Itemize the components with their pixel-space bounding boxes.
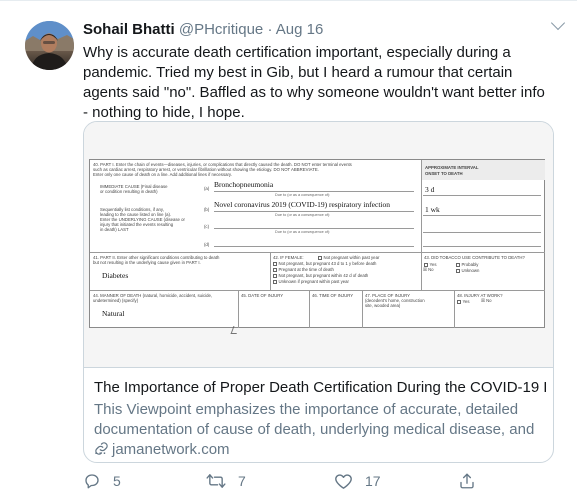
tobacco-header: 43. DID TOBACCO USE CONTRIBUTE TO DEATH? (424, 255, 525, 260)
interval-b-value: 1 wk (425, 205, 440, 214)
line-c-label: (c) (204, 224, 210, 229)
injury-date-header: 45. DATE OF INJURY (241, 293, 284, 298)
part2-header-line2: but not resulting in the underlying caus… (93, 260, 201, 265)
retweet-button[interactable]: 7 (206, 470, 246, 492)
due-to-c: Due to (or as a consequence of): (275, 230, 331, 234)
link-icon (95, 442, 108, 455)
line-d-label: (d) (204, 242, 210, 247)
card-domain[interactable]: jamanetwork.com (94, 440, 230, 459)
top-divider (0, 0, 577, 1)
interval-header-line2: ONSET TO DEATH (425, 171, 463, 176)
interval-a-value: 3 d (425, 185, 435, 194)
at-work-no: No (486, 298, 492, 303)
part1-header-line3: Enter only one cause of death on a line.… (93, 172, 232, 177)
card-domain-text: jamanetwork.com (112, 441, 230, 458)
author-handle[interactable]: @PHcritique (179, 21, 263, 38)
place-header-line3: site, wooded area) (365, 303, 401, 308)
cause-a-value: Bronchopneumonia (214, 180, 274, 189)
tweet-actions: 5 7 17 (0, 470, 577, 494)
avatar-photo (25, 21, 74, 70)
due-to-b: Due to (or as a consequence of): (275, 213, 331, 217)
cause-b-value: Novel coronavirus 2019 (COVID-19) respir… (214, 200, 390, 209)
share-icon (460, 473, 474, 489)
female-option-2: Not pregnant, but pregnant 43 d to 1 y b… (278, 261, 377, 266)
share-button[interactable] (458, 470, 476, 492)
tweet-text: Why is accurate death certification impo… (83, 44, 545, 121)
tobacco-probably: Probably (461, 262, 479, 267)
tweet-date[interactable]: Aug 16 (276, 21, 324, 38)
female-option-3: Pregnant at the time of death (278, 267, 334, 272)
female-option-5: Unknown if pregnant within past year (278, 279, 349, 284)
at-work-no-check: ☒ (481, 298, 485, 303)
line-b-label: (b) (204, 207, 210, 212)
tobacco-no-check: ☒ (423, 267, 427, 272)
line-a-label: (a) (204, 186, 210, 191)
like-count: 17 (365, 473, 381, 489)
immediate-cause-label-line2: or condition resulting in death) (100, 189, 158, 194)
female-option-1: Not pregnant within past year (323, 255, 380, 260)
part2-value: Diabetes (102, 271, 129, 280)
retweet-icon (206, 474, 226, 488)
female-option-4: Not pregnant, but pregnant within 42 d o… (278, 273, 369, 278)
manner-header-line2: undetermined) (specify) (93, 298, 139, 303)
reply-count: 5 (113, 473, 121, 489)
author-name[interactable]: Sohail Bhatti (83, 21, 175, 38)
sequential-label-line5: in death) LAST (100, 227, 129, 232)
tobacco-no: No (428, 267, 434, 272)
at-work-header: 48. INJURY AT WORK? (457, 293, 503, 298)
tweet-header: Sohail Bhatti @PHcritique · Aug 16 (83, 21, 323, 43)
like-button[interactable]: 17 (334, 470, 381, 492)
death-certificate-form: 40. PART I. Enter the chain of events—di… (89, 159, 545, 328)
separator-dot: · (267, 21, 273, 38)
interval-header: APPROXIMATE INTERVAL (425, 165, 479, 170)
retweet-count: 7 (238, 473, 246, 489)
like-icon (335, 474, 352, 489)
manner-value: Natural (102, 309, 125, 318)
reply-icon (85, 474, 99, 489)
chevron-down-icon[interactable] (550, 15, 566, 31)
at-work-yes: Yes (462, 299, 470, 304)
tobacco-unknown: Unknown (461, 268, 480, 273)
due-to-a: Due to (or as a consequence of): (275, 193, 331, 197)
card-image: 40. PART I. Enter the chain of events—di… (84, 122, 553, 368)
reply-button[interactable]: 5 (83, 470, 121, 492)
female-header: 42. IF FEMALE: (273, 255, 304, 260)
link-card[interactable]: 40. PART I. Enter the chain of events—di… (83, 121, 554, 463)
avatar[interactable] (25, 21, 74, 70)
card-title[interactable]: The Importance of Proper Death Certifica… (94, 378, 546, 397)
injury-time-header: 46. TIME OF INJURY (312, 293, 354, 298)
